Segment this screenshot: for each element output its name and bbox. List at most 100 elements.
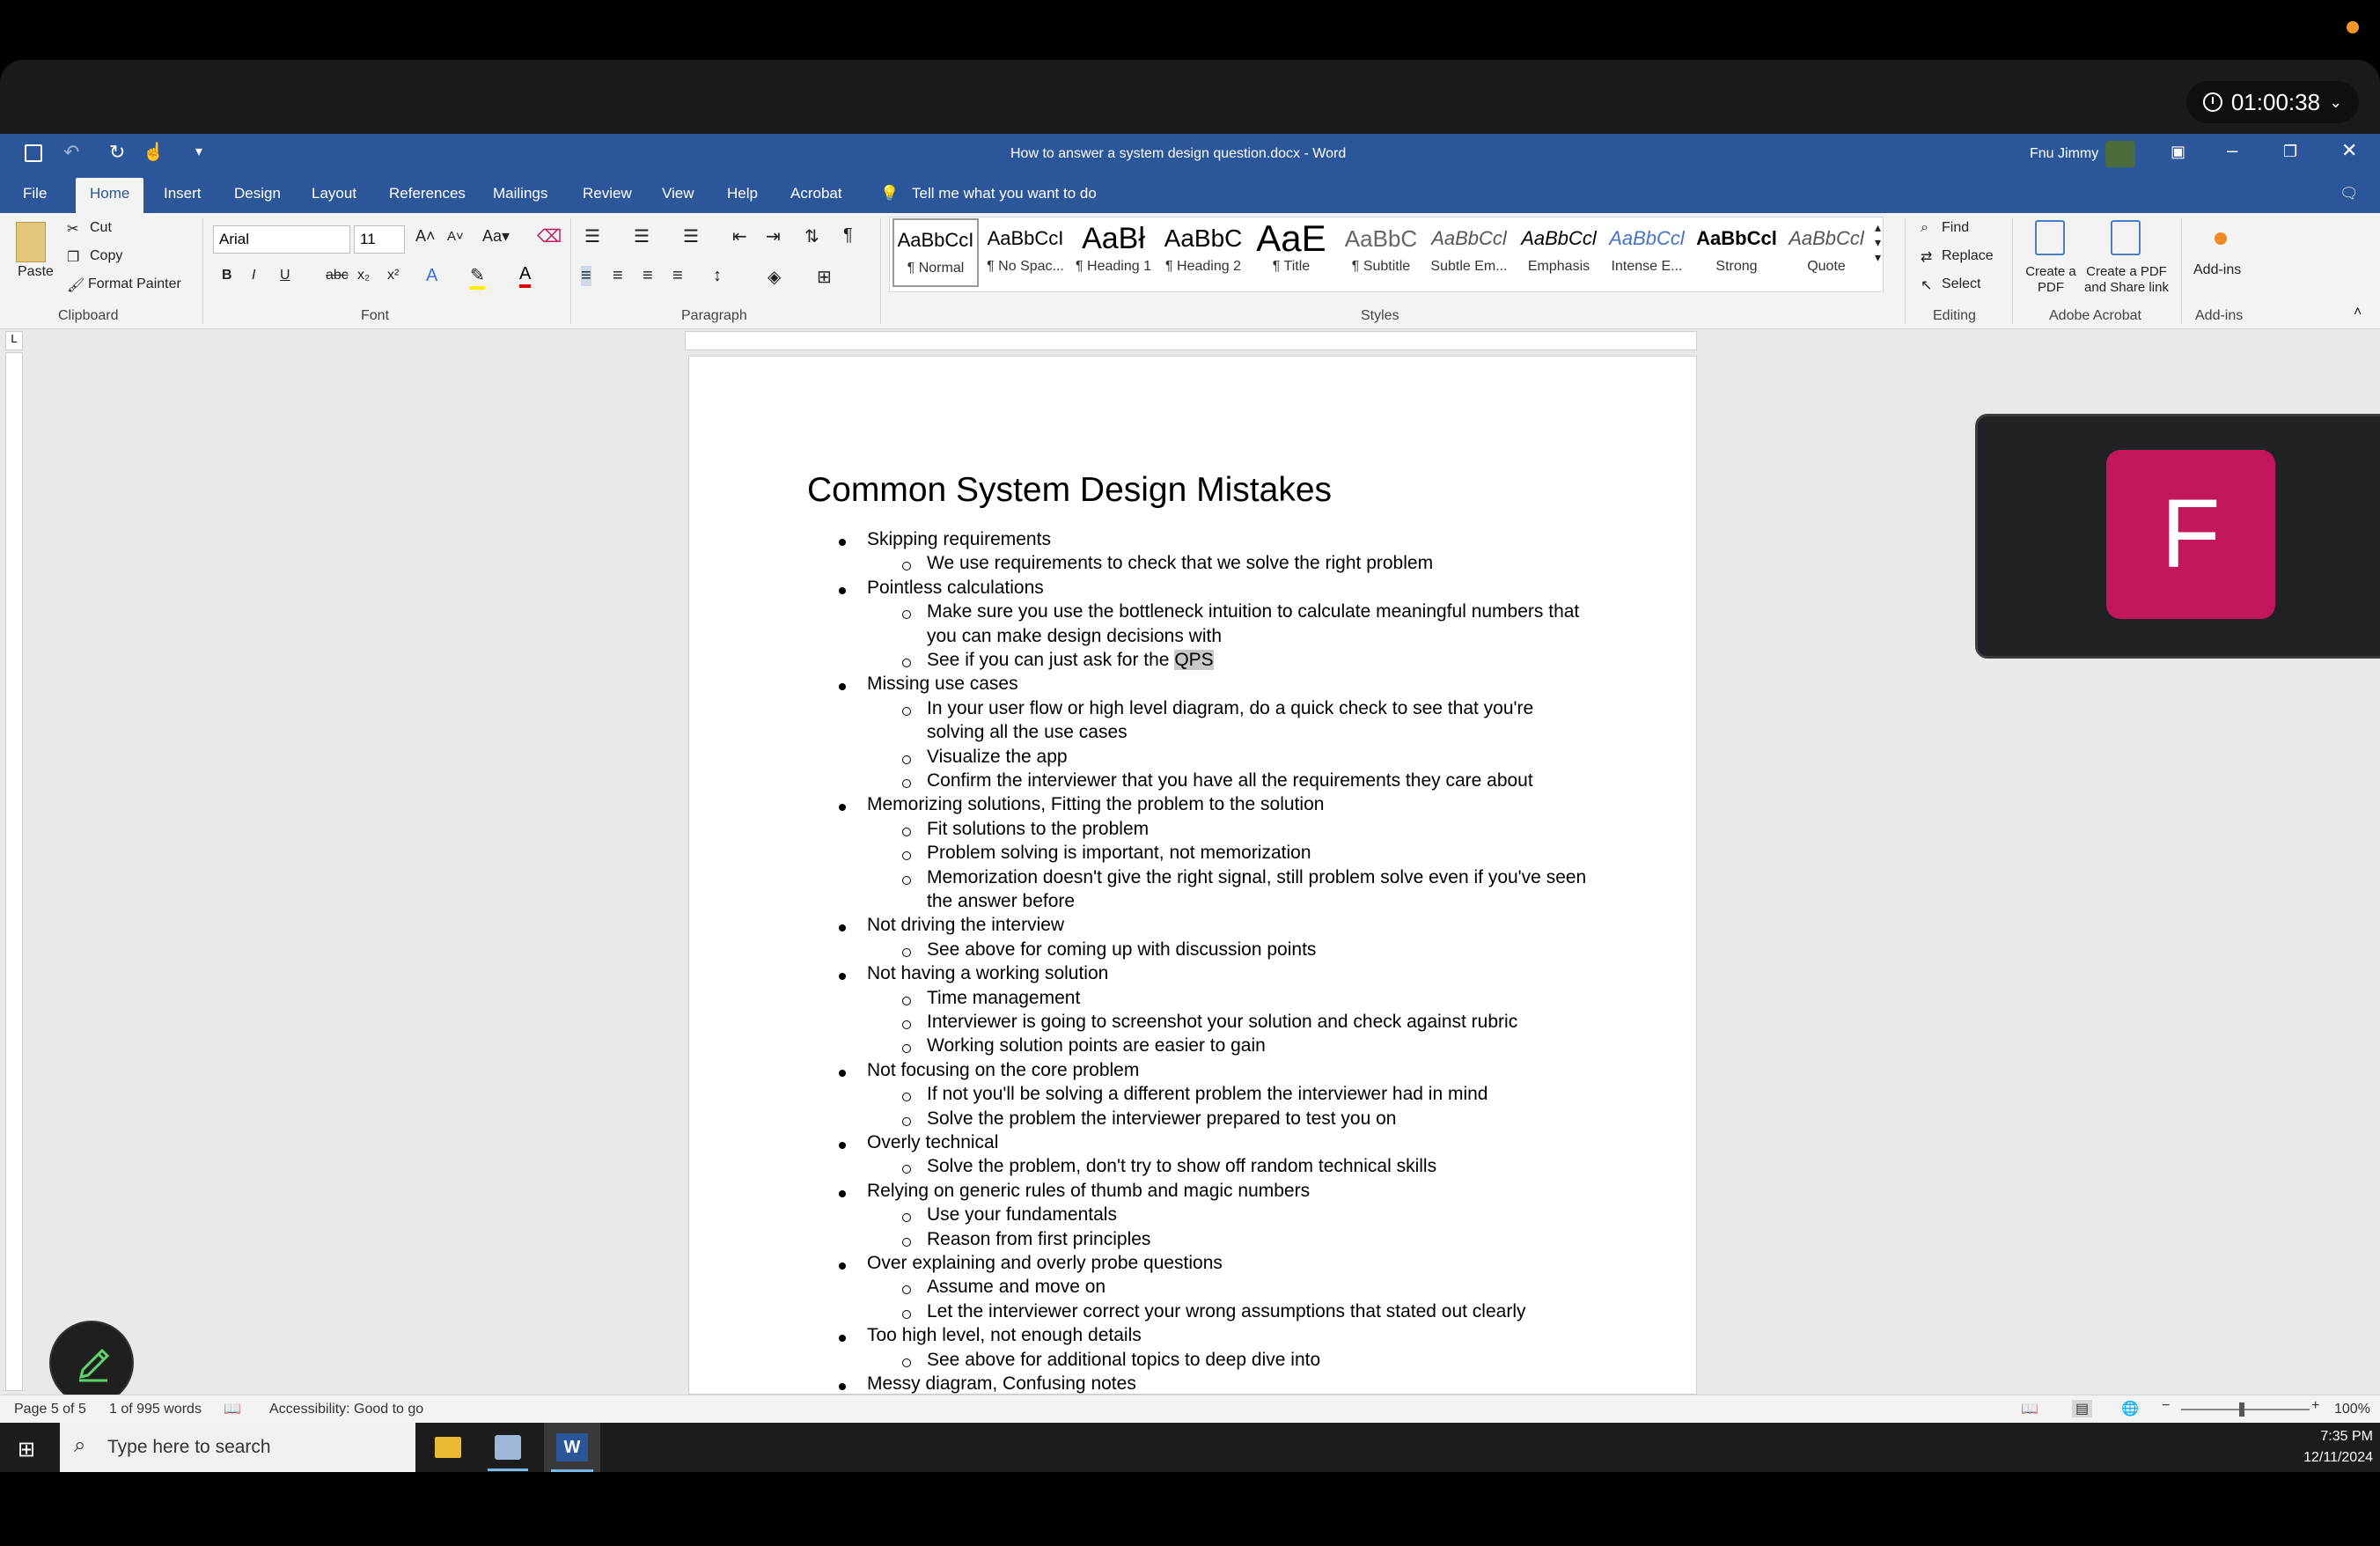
collapse-ribbon-icon[interactable]: ˄ (2354, 305, 2362, 320)
meeting-timer[interactable]: 01:00:38 ⌄ (2186, 81, 2359, 123)
justify-icon[interactable]: ≡ (672, 266, 683, 286)
ribbon-display-icon[interactable]: ▣ (2171, 143, 2185, 161)
tab-home[interactable]: Home (76, 178, 144, 213)
zoom-slider[interactable] (2181, 1409, 2310, 1410)
customize-qat-icon[interactable]: ▾ (195, 143, 202, 160)
touch-mode-icon[interactable]: ☝ (143, 141, 165, 163)
tab-review[interactable]: Review (583, 183, 632, 213)
bullets-icon[interactable]: ☰ (584, 225, 600, 247)
subscript-icon[interactable]: x₂ (357, 268, 370, 283)
vertical-ruler[interactable] (5, 352, 23, 1391)
windows-start-icon[interactable]: ⊞ (18, 1437, 35, 1462)
numbering-icon[interactable]: ☰ (634, 225, 650, 247)
document-page[interactable]: Common System Design Mistakes Skipping r… (688, 356, 1697, 1395)
style-heading-1[interactable]: AaBł ¶ Heading 1 (1070, 218, 1157, 287)
user-name[interactable]: Fnu Jimmy (2030, 146, 2098, 162)
minimize-icon[interactable]: – (2227, 139, 2237, 162)
find-button[interactable]: Find (1942, 220, 1969, 236)
style-no-spacing[interactable]: AaBbCcI ¶ No Spac... (982, 218, 1069, 287)
cut-button[interactable]: Cut (90, 220, 112, 236)
create-share-pdf-icon[interactable] (2111, 220, 2141, 255)
font-name-select[interactable]: Arial (213, 225, 350, 254)
copy-icon[interactable]: ❐ (67, 248, 79, 266)
close-icon[interactable]: ✕ (2341, 139, 2357, 162)
styles-scroll-icon[interactable]: ▴ ▾ ▾ (1875, 220, 1881, 265)
create-pdf-button[interactable]: Create a PDF (2024, 264, 2077, 296)
line-spacing-icon[interactable]: ↕ (713, 266, 722, 286)
font-color-icon[interactable]: A (519, 264, 532, 288)
align-left-icon[interactable]: ≡ (581, 266, 591, 286)
style-heading-2[interactable]: AaBbC ¶ Heading 2 (1160, 218, 1246, 287)
decrease-indent-icon[interactable]: ⇤ (732, 225, 747, 247)
style-quote[interactable]: AaBbCcl Quote (1783, 218, 1869, 287)
web-layout-icon[interactable]: 🌐 (2121, 1400, 2139, 1417)
save-icon[interactable] (25, 144, 42, 162)
select-icon[interactable]: ↖ (1921, 276, 1932, 294)
clock[interactable]: 7:35 PM 12/11/2024 (2303, 1426, 2373, 1469)
tell-me-search[interactable]: Tell me what you want to do (912, 183, 1097, 213)
tab-layout[interactable]: Layout (312, 183, 356, 213)
taskbar-search-box[interactable]: ⌕ Type here to search (60, 1423, 415, 1472)
tab-view[interactable]: View (662, 183, 694, 213)
annotate-button[interactable] (49, 1321, 134, 1405)
zoom-out-icon[interactable]: − (2162, 1398, 2170, 1414)
tab-insert[interactable]: Insert (164, 183, 202, 213)
tab-file[interactable]: File (23, 183, 47, 213)
add-ins-icon[interactable] (2215, 232, 2227, 245)
style-strong[interactable]: AaBbCcl Strong (1693, 218, 1780, 287)
word-taskbar-button[interactable]: W (544, 1423, 600, 1472)
comments-icon[interactable]: 🗨 (2340, 183, 2359, 213)
strikethrough-icon[interactable]: abc (326, 268, 349, 283)
style-emphasis[interactable]: AaBbCcl Emphasis (1516, 218, 1602, 287)
redo-icon[interactable]: ↻ (109, 141, 125, 164)
style-intense-emphasis[interactable]: AaBbCcl Intense E... (1604, 218, 1690, 287)
file-explorer-icon[interactable] (435, 1437, 461, 1458)
tab-help[interactable]: Help (727, 183, 758, 213)
italic-icon[interactable]: I (252, 268, 255, 283)
tab-references[interactable]: References (389, 183, 466, 213)
tab-design[interactable]: Design (234, 183, 281, 213)
replace-button[interactable]: Replace (1942, 248, 1994, 264)
find-icon[interactable]: ⌕ (1921, 220, 1928, 236)
zoom-slider-thumb[interactable] (2239, 1402, 2244, 1417)
format-painter-button[interactable]: Format Painter (88, 276, 181, 292)
undo-icon[interactable]: ↶ (63, 141, 79, 164)
page-indicator[interactable]: Page 5 of 5 (14, 1402, 86, 1417)
tab-mailings[interactable]: Mailings (493, 183, 547, 213)
format-painter-icon[interactable]: 🖌 (67, 276, 84, 294)
style-subtle-emphasis[interactable]: AaBbCcl Subtle Em... (1426, 218, 1512, 287)
avatar[interactable] (2105, 141, 2135, 167)
app-icon[interactable] (495, 1435, 521, 1460)
change-case-icon[interactable]: Aa▾ (482, 227, 510, 246)
text-effects-icon[interactable]: A (426, 266, 437, 286)
copy-button[interactable]: Copy (90, 248, 122, 264)
multilevel-list-icon[interactable]: ☰ (683, 225, 699, 247)
tab-acrobat[interactable]: Acrobat (790, 183, 842, 213)
increase-indent-icon[interactable]: ⇥ (766, 225, 781, 247)
superscript-icon[interactable]: x² (387, 268, 399, 283)
style-normal[interactable]: AaBbCcI ¶ Normal (892, 218, 979, 287)
read-mode-icon[interactable]: 📖 (2021, 1400, 2038, 1417)
highlight-icon[interactable]: ✎ (470, 264, 485, 290)
zoom-in-icon[interactable]: + (2311, 1398, 2319, 1414)
select-button[interactable]: Select (1942, 276, 1980, 292)
accessibility-status[interactable]: Accessibility: Good to go (269, 1402, 423, 1417)
zoom-level[interactable]: 100% (2334, 1402, 2370, 1417)
shading-icon[interactable]: ◈ (768, 266, 781, 288)
word-count[interactable]: 1 of 995 words (109, 1402, 202, 1417)
replace-icon[interactable]: ⇄ (1921, 248, 1932, 266)
underline-icon[interactable]: U (280, 268, 290, 283)
horizontal-ruler[interactable] (685, 331, 1697, 350)
create-share-pdf-button[interactable]: Create a PDF and Share link (2079, 264, 2174, 296)
restore-icon[interactable]: ❐ (2283, 143, 2297, 161)
style-title[interactable]: AaE ¶ Title (1248, 218, 1334, 287)
create-pdf-icon[interactable] (2035, 220, 2065, 255)
font-size-select[interactable]: 11 (354, 225, 405, 254)
style-subtitle[interactable]: AaBbC ¶ Subtitle (1338, 218, 1424, 287)
clear-formatting-icon[interactable]: ⌫ (537, 225, 562, 247)
align-center-icon[interactable]: ≡ (613, 266, 623, 286)
grow-font-icon[interactable]: A˄ (415, 227, 436, 246)
proofing-icon[interactable]: 📖 (224, 1400, 241, 1417)
paste-icon[interactable] (16, 222, 46, 262)
paste-button[interactable]: Paste (18, 264, 54, 280)
